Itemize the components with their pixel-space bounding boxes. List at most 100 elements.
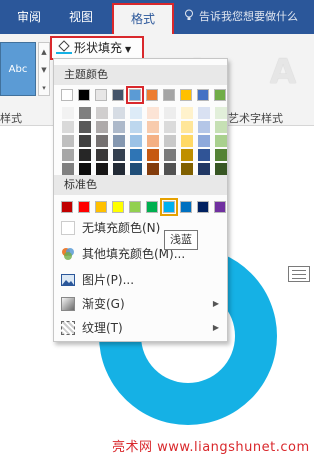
theme-shade-swatch[interactable]	[79, 163, 91, 175]
theme-shade-swatch[interactable]	[62, 163, 74, 175]
shape-fill-label: 形状填充	[74, 41, 123, 55]
style-gallery-scroll[interactable]: ▲ ▼ ▾	[38, 42, 50, 96]
theme-shade-swatch[interactable]	[130, 149, 142, 161]
gradient-fill-label: 渐变(G)	[82, 297, 125, 311]
theme-shade-swatch[interactable]	[164, 121, 176, 133]
theme-shade-swatch[interactable]	[164, 149, 176, 161]
theme-shade-swatch[interactable]	[62, 121, 74, 133]
theme-shade-swatch[interactable]	[181, 107, 193, 119]
theme-shade-swatch[interactable]	[215, 163, 227, 175]
theme-shade-swatch[interactable]	[79, 149, 91, 161]
standard-color-swatch[interactable]	[112, 201, 124, 213]
tab-format[interactable]: 格式	[112, 3, 174, 34]
theme-shade-swatch[interactable]	[96, 163, 108, 175]
theme-color-swatch[interactable]	[163, 89, 175, 101]
shape-style-preview[interactable]: Abc	[0, 42, 36, 96]
theme-shade-swatch[interactable]	[181, 163, 193, 175]
theme-shade-swatch[interactable]	[113, 135, 125, 147]
lightbulb-icon	[185, 9, 193, 20]
standard-color-swatch[interactable]	[146, 201, 158, 213]
theme-colors-header: 主题颜色	[54, 65, 227, 85]
theme-color-swatch[interactable]	[180, 89, 192, 101]
theme-shade-swatch[interactable]	[198, 135, 210, 147]
standard-color-swatch[interactable]	[180, 201, 192, 213]
theme-shade-swatch[interactable]	[79, 135, 91, 147]
standard-color-swatch[interactable]	[61, 201, 73, 213]
theme-shade-swatch[interactable]	[130, 163, 142, 175]
tell-me-text: 告诉我您想要做什么	[199, 10, 298, 23]
theme-shade-swatch[interactable]	[164, 163, 176, 175]
theme-shade-swatch[interactable]	[147, 149, 159, 161]
texture-fill-label: 纹理(T)	[82, 321, 123, 335]
texture-icon	[61, 321, 75, 335]
standard-color-swatch[interactable]	[95, 201, 107, 213]
submenu-arrow-icon: ▶	[212, 299, 219, 308]
shape-styles-label: 样式	[0, 112, 22, 125]
tab-review[interactable]: 审阅	[6, 0, 52, 34]
theme-color-swatch[interactable]	[78, 89, 90, 101]
chevron-down-icon: ▼	[125, 45, 132, 54]
theme-shade-swatch[interactable]	[181, 135, 193, 147]
theme-shade-swatch[interactable]	[62, 149, 74, 161]
shape-fill-button[interactable]: 形状填充 ▼	[50, 36, 144, 60]
theme-shade-swatch[interactable]	[164, 135, 176, 147]
theme-shade-swatch[interactable]	[113, 121, 125, 133]
theme-shade-swatch[interactable]	[147, 121, 159, 133]
tell-me-search[interactable]: 告诉我您想要做什么	[184, 0, 298, 34]
picture-fill-item[interactable]: 图片(P)...	[54, 269, 227, 291]
scroll-up-icon[interactable]: ▲	[39, 43, 49, 61]
theme-shade-swatch[interactable]	[113, 163, 125, 175]
theme-color-swatch[interactable]	[146, 89, 158, 101]
theme-shade-swatch[interactable]	[198, 107, 210, 119]
art-text-style-2[interactable]: A	[262, 50, 304, 94]
theme-color-swatch[interactable]	[112, 89, 124, 101]
theme-shade-swatch[interactable]	[96, 135, 108, 147]
standard-color-swatch[interactable]	[129, 201, 141, 213]
theme-shade-swatch[interactable]	[164, 107, 176, 119]
theme-shade-swatch[interactable]	[96, 149, 108, 161]
ribbon-tab-bar: 审阅 视图 格式 告诉我您想要做什么	[0, 0, 314, 34]
theme-shade-swatch[interactable]	[113, 107, 125, 119]
no-fill-item[interactable]: 无填充颜色(N)	[54, 217, 227, 239]
submenu-arrow-icon: ▶	[212, 323, 219, 332]
theme-shade-swatch[interactable]	[130, 135, 142, 147]
theme-shade-swatch[interactable]	[79, 107, 91, 119]
theme-shade-swatch[interactable]	[130, 121, 142, 133]
theme-shade-swatch[interactable]	[215, 149, 227, 161]
theme-shade-swatch[interactable]	[181, 121, 193, 133]
theme-color-swatch[interactable]	[197, 89, 209, 101]
theme-color-swatch[interactable]	[95, 89, 107, 101]
shape-fill-dropdown: 主题颜色 标准色 无填充颜色(N) 其他填充颜色(M)... 图片(P)... …	[53, 58, 228, 342]
standard-color-swatch[interactable]	[214, 201, 226, 213]
theme-shade-swatch[interactable]	[96, 107, 108, 119]
texture-fill-item[interactable]: 纹理(T) ▶	[54, 317, 227, 339]
theme-color-swatch[interactable]	[214, 89, 226, 101]
theme-shade-swatch[interactable]	[181, 149, 193, 161]
theme-shade-swatch[interactable]	[62, 107, 74, 119]
more-fill-colors-item[interactable]: 其他填充颜色(M)...	[54, 243, 227, 265]
theme-shade-swatch[interactable]	[147, 163, 159, 175]
theme-shade-swatch[interactable]	[198, 149, 210, 161]
theme-shade-swatch[interactable]	[113, 149, 125, 161]
tab-view[interactable]: 视图	[58, 0, 104, 34]
standard-color-swatch[interactable]	[160, 198, 178, 216]
gallery-more-icon[interactable]: ▾	[39, 79, 49, 97]
theme-shade-swatch[interactable]	[62, 135, 74, 147]
theme-shade-swatch[interactable]	[147, 107, 159, 119]
theme-shade-swatch[interactable]	[79, 121, 91, 133]
theme-shade-swatch[interactable]	[215, 107, 227, 119]
theme-shade-swatch[interactable]	[198, 121, 210, 133]
theme-shade-swatch[interactable]	[130, 107, 142, 119]
standard-color-swatch[interactable]	[78, 201, 90, 213]
theme-color-swatch[interactable]	[61, 89, 73, 101]
layout-options-icon[interactable]	[288, 266, 310, 282]
scroll-down-icon[interactable]: ▼	[39, 61, 49, 79]
theme-shade-swatch[interactable]	[198, 163, 210, 175]
theme-shade-swatch[interactable]	[147, 135, 159, 147]
theme-shade-swatch[interactable]	[96, 121, 108, 133]
standard-colors-header: 标准色	[54, 175, 227, 195]
gradient-fill-item[interactable]: 渐变(G) ▶	[54, 293, 227, 315]
theme-shade-swatch[interactable]	[215, 135, 227, 147]
theme-shade-swatch[interactable]	[215, 121, 227, 133]
standard-color-swatch[interactable]	[197, 201, 209, 213]
